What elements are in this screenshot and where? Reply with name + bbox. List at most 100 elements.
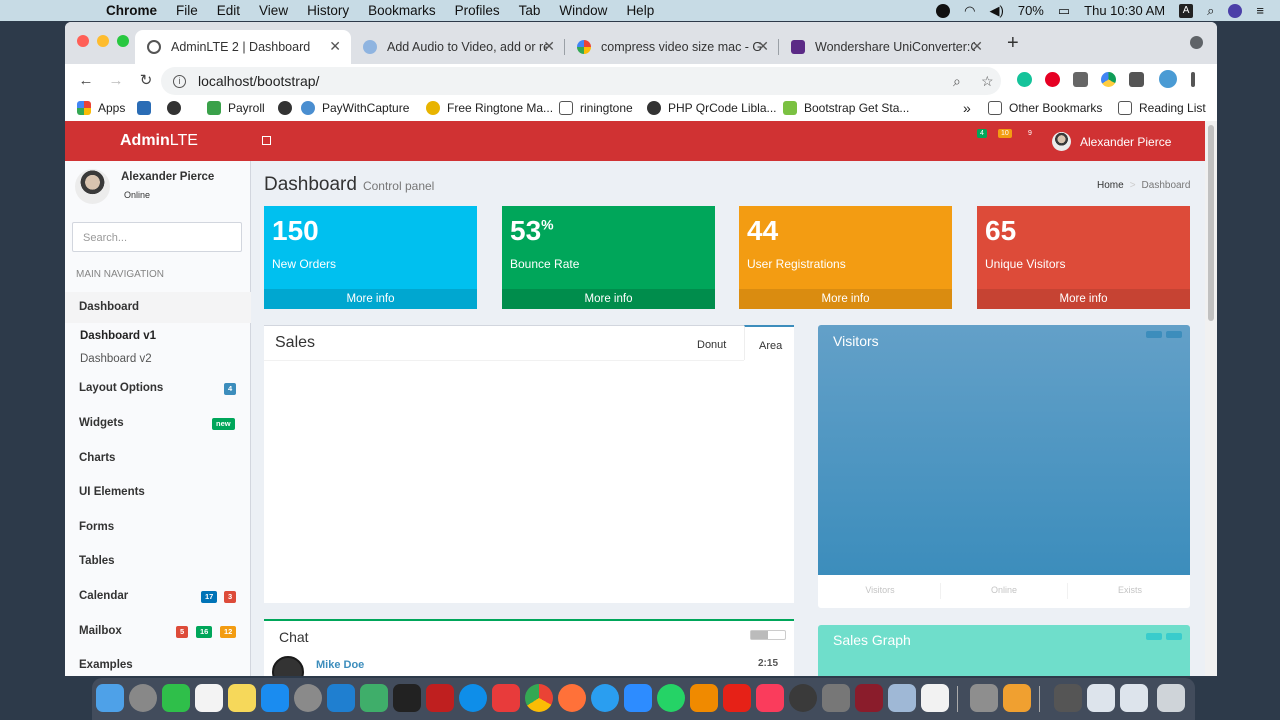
wifi-icon[interactable]: ◠ xyxy=(964,3,975,19)
visitors-map[interactable] xyxy=(818,325,1190,575)
remove-button[interactable] xyxy=(1166,633,1182,640)
close-tab-icon[interactable]: ✕ xyxy=(971,38,983,55)
dictionary-icon[interactable] xyxy=(855,684,883,712)
bookmark-icon-link[interactable] xyxy=(137,101,158,115)
address-bar[interactable]: i localhost/bootstrap/ ⌕ ☆ xyxy=(161,67,1001,95)
bookmark-apps[interactable]: Apps xyxy=(77,101,125,115)
sidebar-search-input[interactable]: Search... xyxy=(72,222,242,252)
menu-view[interactable]: View xyxy=(259,3,288,18)
menu-tab[interactable]: Tab xyxy=(519,3,541,18)
bookmark-icon-link[interactable] xyxy=(167,101,188,115)
preview-icon[interactable] xyxy=(888,684,916,712)
spotlight-icon[interactable]: ⌕ xyxy=(1207,3,1214,19)
finder-icon[interactable] xyxy=(96,684,124,712)
textedit-icon[interactable] xyxy=(921,684,949,712)
menu-window[interactable]: Window xyxy=(559,3,607,18)
trash-icon[interactable] xyxy=(1157,684,1185,712)
sidebar-item-widgets[interactable]: Widgets new xyxy=(65,408,251,439)
whatsapp-icon[interactable] xyxy=(657,684,685,712)
site-info-icon[interactable]: i xyxy=(173,74,186,88)
battery-icon[interactable]: ▭ xyxy=(1058,3,1070,19)
minimize-window-button[interactable] xyxy=(97,35,109,47)
anydesk-icon[interactable] xyxy=(492,684,520,712)
screen-record-icon[interactable] xyxy=(936,3,951,18)
sidebar-item-calendar[interactable]: Calendar 17 3 xyxy=(65,581,251,612)
filezilla-icon[interactable] xyxy=(426,684,454,712)
recent-document-icon[interactable] xyxy=(1054,684,1082,712)
reminders-icon[interactable] xyxy=(195,684,223,712)
menu-profiles[interactable]: Profiles xyxy=(455,3,500,18)
close-tab-icon[interactable]: ✕ xyxy=(329,38,341,55)
collapse-button[interactable] xyxy=(1166,331,1182,338)
more-info-link[interactable]: More info xyxy=(502,289,715,309)
menu-file[interactable]: File xyxy=(176,3,198,18)
reload-icon[interactable]: ↻ xyxy=(137,71,155,89)
tab-wondershare[interactable]: Wondershare UniConverter:Co ✕ xyxy=(779,30,993,64)
safari-icon[interactable] xyxy=(591,684,619,712)
sidebar-item-dashboard-v2[interactable]: Dashboard v2 xyxy=(80,353,152,365)
facetime-icon[interactable] xyxy=(162,684,190,712)
menu-bookmarks[interactable]: Bookmarks xyxy=(368,3,436,18)
messages-badge[interactable]: 4 xyxy=(977,129,987,138)
keychain-icon[interactable] xyxy=(970,684,998,712)
system-preferences-icon[interactable] xyxy=(294,684,322,712)
tab-area[interactable]: Area xyxy=(744,325,794,360)
siri-icon[interactable] xyxy=(1228,3,1243,18)
reading-list-button[interactable]: Reading List xyxy=(1118,101,1206,115)
bookmark-star-icon[interactable]: ☆ xyxy=(981,73,994,90)
control-center-icon[interactable]: ≡ xyxy=(1256,3,1264,18)
menu-help[interactable]: Help xyxy=(626,3,654,18)
sidebar-toggle-icon[interactable] xyxy=(262,136,271,145)
sidebar-item-dashboard[interactable]: Dashboard xyxy=(65,292,251,323)
terminal-icon[interactable] xyxy=(393,684,421,712)
sidebar-item-dashboard-v1[interactable]: Dashboard v1 xyxy=(80,330,156,342)
tab-add-audio[interactable]: Add Audio to Video, add or rep ✕ xyxy=(351,30,565,64)
teamviewer-icon[interactable] xyxy=(459,684,487,712)
user-menu[interactable]: Alexander Pierce xyxy=(1052,132,1171,151)
sidebar-item-forms[interactable]: Forms xyxy=(65,512,251,543)
zoom-window-button[interactable] xyxy=(117,35,129,47)
input-source-icon[interactable]: A xyxy=(1179,3,1194,18)
menu-app-name[interactable]: Chrome xyxy=(106,3,157,18)
chat-toggle[interactable] xyxy=(750,630,786,640)
url-text[interactable]: localhost/bootstrap/ xyxy=(198,73,319,89)
new-tab-button[interactable]: + xyxy=(1007,32,1019,55)
bookmark-free-ringtone[interactable]: Free Ringtone Ma... xyxy=(426,101,553,115)
downloads-stack-icon[interactable] xyxy=(1087,684,1115,712)
bookmark-bootstrap[interactable]: Bootstrap Get Sta... xyxy=(783,101,909,115)
sidebar-item-ui-elements[interactable]: UI Elements xyxy=(65,477,251,508)
page-scrollbar[interactable] xyxy=(1205,121,1217,676)
profile-avatar-icon[interactable] xyxy=(1159,70,1177,88)
sidebar-item-mailbox[interactable]: Mailbox 5 16 12 xyxy=(65,616,251,647)
bookmark-riningtone[interactable]: riningtone xyxy=(559,101,633,115)
extensions-icon[interactable] xyxy=(1129,72,1144,87)
atom-icon[interactable] xyxy=(360,684,388,712)
volume-icon[interactable]: ◀) xyxy=(990,3,1004,19)
bookmark-paywithcapture[interactable]: PayWithCapture xyxy=(278,101,409,115)
notes-icon[interactable] xyxy=(228,684,256,712)
logo[interactable]: AdminLTE xyxy=(120,132,198,150)
collapse-button[interactable] xyxy=(1146,633,1162,640)
sidebar-item-layout-options[interactable]: Layout Options 4 xyxy=(65,373,251,404)
zoom-icon[interactable] xyxy=(624,684,652,712)
menu-edit[interactable]: Edit xyxy=(217,3,240,18)
vscode-icon[interactable] xyxy=(327,684,355,712)
close-window-button[interactable] xyxy=(77,35,89,47)
more-info-link[interactable]: More info xyxy=(977,289,1190,309)
vlc-icon[interactable] xyxy=(690,684,718,712)
shield-icon[interactable] xyxy=(1073,72,1088,87)
tab-search-icon[interactable] xyxy=(1190,36,1203,49)
chrome-icon[interactable] xyxy=(525,684,553,712)
back-arrow-icon[interactable]: ← xyxy=(77,72,95,89)
zoom-icon[interactable]: ⌕ xyxy=(953,73,961,90)
music-icon[interactable] xyxy=(756,684,784,712)
launchpad-icon[interactable] xyxy=(129,684,157,712)
more-info-link[interactable]: More info xyxy=(739,289,952,309)
chrome-menu-icon[interactable] xyxy=(1191,72,1195,87)
bookmarks-overflow-button[interactable]: » xyxy=(963,100,971,116)
tab-adminlte[interactable]: AdminLTE 2 | Dashboard ✕ xyxy=(135,30,351,64)
forward-arrow-icon[interactable]: → xyxy=(107,72,125,89)
sidebar-item-charts[interactable]: Charts xyxy=(65,443,251,474)
firefox-icon[interactable] xyxy=(558,684,586,712)
breadcrumb-home[interactable]: Home xyxy=(1097,180,1124,191)
